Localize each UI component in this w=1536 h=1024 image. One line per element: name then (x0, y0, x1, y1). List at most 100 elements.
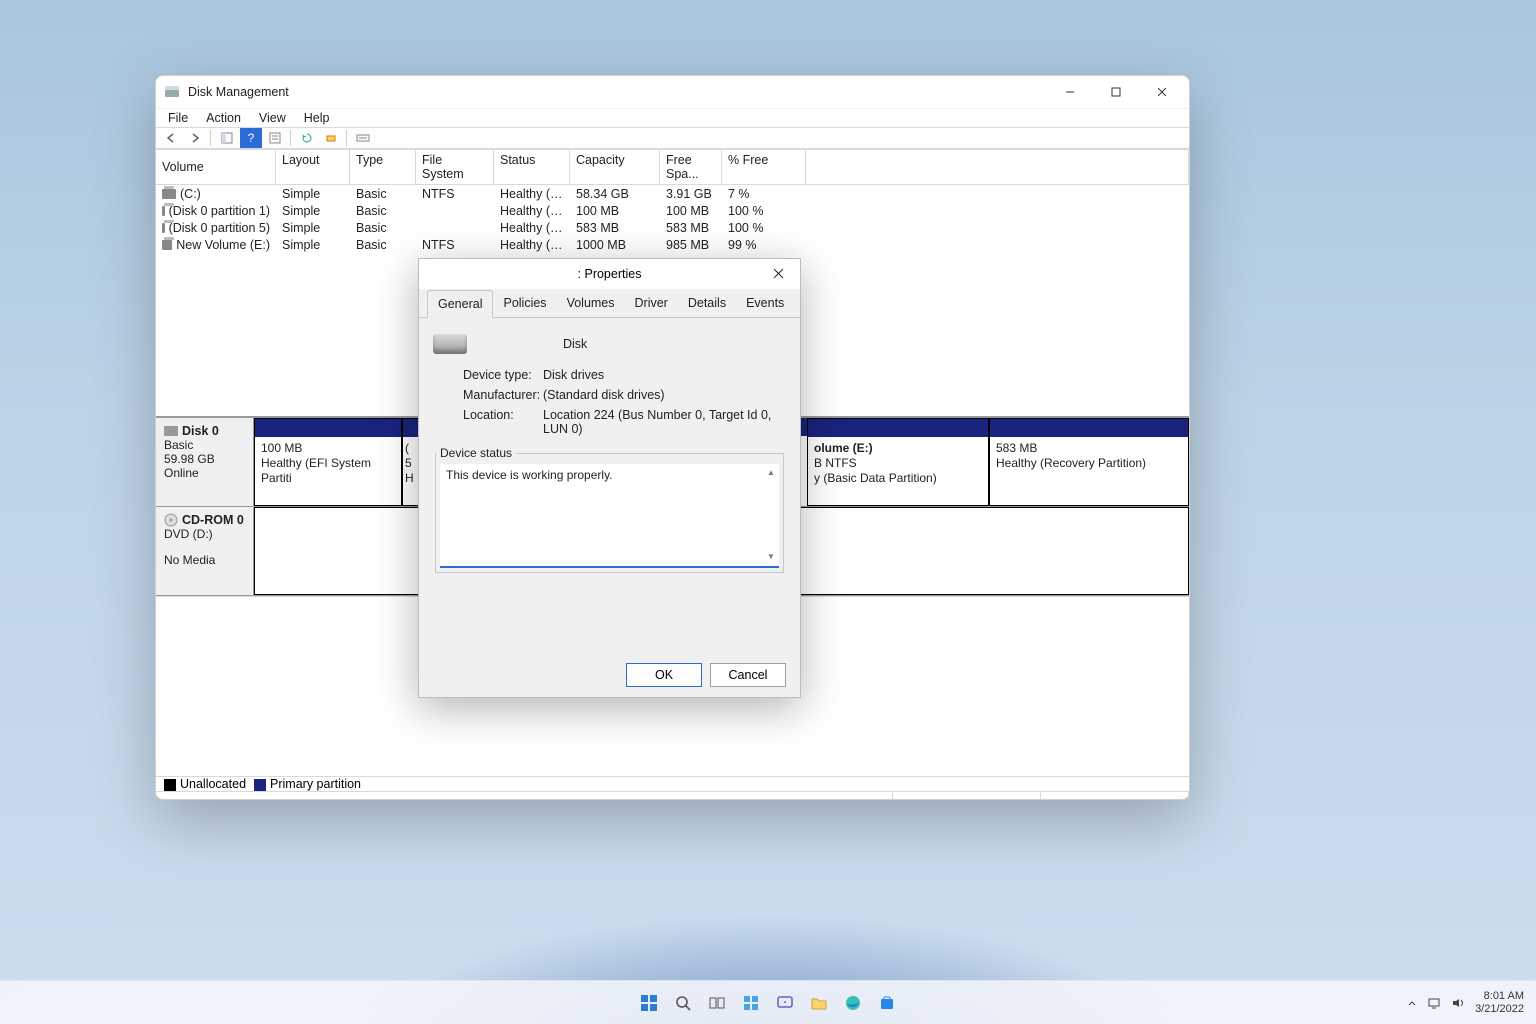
maximize-button[interactable] (1093, 76, 1139, 108)
help-button[interactable]: ? (240, 128, 262, 148)
forward-button[interactable] (184, 128, 206, 148)
dialog-tabs: General Policies Volumes Driver Details … (419, 289, 800, 318)
dialog-titlebar[interactable]: : Properties (419, 259, 800, 289)
start-button[interactable] (635, 989, 663, 1017)
table-row[interactable]: New Volume (E:)SimpleBasicNTFSHealthy (B… (156, 236, 1189, 253)
label-location: Location: (433, 408, 543, 436)
tab-events[interactable]: Events (736, 290, 794, 318)
tray-date: 3/21/2022 (1475, 1003, 1524, 1015)
refresh-button[interactable] (296, 128, 318, 148)
cdrom-title: CD-ROM 0 (182, 513, 244, 527)
col-capacity[interactable]: Capacity (570, 150, 660, 184)
value-location: Location 224 (Bus Number 0, Target Id 0,… (543, 408, 786, 436)
table-row[interactable]: (Disk 0 partition 1)SimpleBasicHealthy (… (156, 202, 1189, 219)
partition[interactable]: olume (E:)B NTFSy (Basic Data Partition) (807, 418, 989, 506)
tab-general[interactable]: General (427, 290, 493, 318)
disk-glyph-icon (433, 334, 467, 354)
edge-icon[interactable] (839, 989, 867, 1017)
cdrom-state: No Media (164, 553, 245, 567)
task-view-icon[interactable] (703, 989, 731, 1017)
disk-mgmt-icon (164, 84, 180, 100)
col-status[interactable]: Status (494, 150, 570, 184)
cdrom-icon (164, 513, 178, 527)
rescan-button[interactable] (320, 128, 342, 148)
col-free[interactable]: Free Spa... (660, 150, 722, 184)
back-button[interactable] (160, 128, 182, 148)
ok-button[interactable]: OK (626, 663, 702, 687)
cdrom-label[interactable]: CD-ROM 0 DVD (D:) No Media (156, 507, 254, 595)
statusbar (156, 791, 1189, 799)
legend-unallocated: Unallocated (180, 777, 246, 791)
legend-unallocated-swatch (164, 779, 176, 791)
volume-icon (162, 189, 176, 199)
table-row[interactable]: (Disk 0 partition 5)SimpleBasicHealthy (… (156, 219, 1189, 236)
tab-driver[interactable]: Driver (625, 290, 678, 318)
volume-icon (162, 223, 165, 233)
col-volume[interactable]: Volume (156, 150, 276, 184)
properties-dialog: : Properties General Policies Volumes Dr… (418, 258, 801, 698)
device-status-fieldset: Device status This device is working pro… (435, 446, 784, 573)
window-title: Disk Management (188, 85, 289, 99)
device-status-text: This device is working properly. (446, 468, 613, 482)
partition[interactable]: 100 MBHealthy (EFI System Partiti (254, 418, 402, 506)
dialog-title: : Properties (578, 267, 642, 281)
volume-icon (162, 206, 165, 216)
volume-icon (162, 240, 172, 250)
scroll-down-icon[interactable]: ▼ (763, 548, 779, 564)
menu-file[interactable]: File (160, 109, 196, 127)
disk0-kind: Basic (164, 438, 245, 452)
disk0-state: Online (164, 466, 245, 480)
taskbar[interactable]: 8:01 AM 3/21/2022 (0, 980, 1536, 1024)
tray-volume-icon[interactable] (1451, 997, 1465, 1009)
value-manufacturer: (Standard disk drives) (543, 388, 786, 402)
show-hide-tree-button[interactable] (216, 128, 238, 148)
cancel-button[interactable]: Cancel (710, 663, 786, 687)
cdrom-sub: DVD (D:) (164, 527, 245, 541)
partition[interactable]: 583 MBHealthy (Recovery Partition) (989, 418, 1189, 506)
store-icon[interactable] (873, 989, 901, 1017)
disk0-title: Disk 0 (182, 424, 219, 438)
volume-table-header[interactable]: Volume Layout Type File System Status Ca… (156, 150, 1189, 185)
col-percent-free[interactable]: % Free (722, 150, 806, 184)
dialog-close-button[interactable] (760, 261, 796, 285)
table-row[interactable]: (C:)SimpleBasicNTFSHealthy (B...58.34 GB… (156, 185, 1189, 202)
value-device-type: Disk drives (543, 368, 786, 382)
tab-policies[interactable]: Policies (493, 290, 556, 318)
legend-bar: Unallocated Primary partition (156, 776, 1189, 791)
minimize-button[interactable] (1047, 76, 1093, 108)
tray-network-icon[interactable] (1427, 997, 1441, 1009)
toolbar: ? (156, 127, 1189, 149)
disk-icon (164, 426, 178, 436)
more-actions-button[interactable] (352, 128, 374, 148)
explorer-icon[interactable] (805, 989, 833, 1017)
label-manufacturer: Manufacturer: (433, 388, 543, 402)
scroll-up-icon[interactable]: ▲ (763, 464, 779, 480)
col-filesystem[interactable]: File System (416, 150, 494, 184)
titlebar[interactable]: Disk Management (156, 76, 1189, 108)
widgets-icon[interactable] (737, 989, 765, 1017)
dialog-body: Disk Device type: Disk drives Manufactur… (419, 318, 800, 653)
tab-details[interactable]: Details (678, 290, 736, 318)
close-button[interactable] (1139, 76, 1185, 108)
device-status-legend: Device status (436, 446, 516, 460)
disk0-size: 59.98 GB (164, 452, 245, 466)
legend-primary-swatch (254, 779, 266, 791)
tray-clock[interactable]: 8:01 AM 3/21/2022 (1475, 990, 1524, 1014)
label-device-type: Device type: (433, 368, 543, 382)
menu-view[interactable]: View (251, 109, 294, 127)
legend-primary: Primary partition (270, 777, 361, 791)
menu-help[interactable]: Help (296, 109, 338, 127)
device-status-textbox[interactable]: This device is working properly. ▲ ▼ (440, 464, 779, 568)
chat-icon[interactable] (771, 989, 799, 1017)
properties-button[interactable] (264, 128, 286, 148)
device-status-scrollbar[interactable]: ▲ ▼ (763, 464, 779, 564)
search-icon[interactable] (669, 989, 697, 1017)
disk0-label[interactable]: Disk 0 Basic 59.98 GB Online (156, 418, 254, 506)
col-layout[interactable]: Layout (276, 150, 350, 184)
menu-action[interactable]: Action (198, 109, 249, 127)
tab-volumes[interactable]: Volumes (557, 290, 625, 318)
col-type[interactable]: Type (350, 150, 416, 184)
menubar: File Action View Help (156, 108, 1189, 127)
tray-chevron-icon[interactable] (1407, 998, 1417, 1008)
dialog-header: Disk (483, 337, 786, 351)
